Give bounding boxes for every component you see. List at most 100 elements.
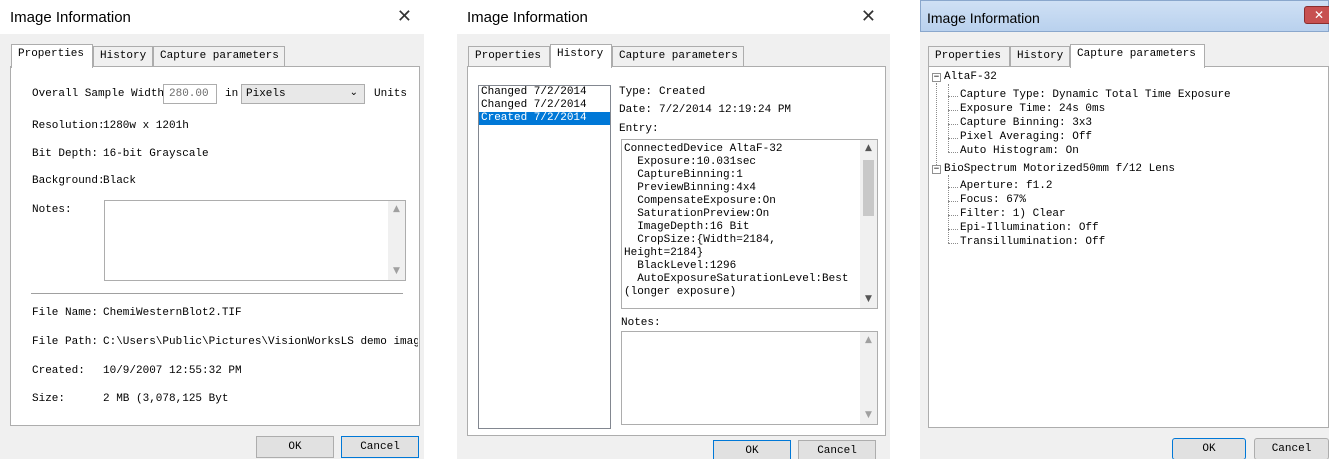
background-label: Background:: [32, 175, 105, 187]
cancel-button[interactable]: Cancel: [798, 440, 876, 459]
tree-connector: [948, 175, 949, 243]
history-list-item[interactable]: Changed 7/2/2014: [479, 99, 610, 112]
history-list-item-selected[interactable]: Created 7/2/2014: [479, 112, 610, 125]
tree-connector: [948, 243, 958, 244]
units-select[interactable]: Pixels ⌄: [241, 84, 365, 104]
tab-properties[interactable]: Properties: [11, 44, 93, 68]
bit-depth-label: Bit Depth:: [32, 148, 99, 160]
notes-scrollbar[interactable]: ▲ ▼: [388, 201, 405, 280]
resolution-value: 1280w x 1201h: [103, 120, 189, 132]
tree-leaf[interactable]: Focus: 67%: [960, 194, 1026, 206]
size-label: Size:: [32, 393, 66, 405]
tree-connector: [948, 138, 958, 139]
tab-capture-parameters[interactable]: Capture parameters: [153, 46, 285, 67]
entry-line: AutoExposureSaturationLevel:Best: [624, 273, 849, 285]
history-list[interactable]: Changed 7/2/2014 Changed 7/2/2014 Create…: [478, 85, 611, 429]
sample-width-input[interactable]: 280.00: [163, 84, 217, 104]
dialog-title: Image Information: [927, 10, 1040, 26]
file-path-value: C:\Users\Public\Pictures\VisionWorksLS d…: [103, 336, 418, 348]
tab-capture-parameters[interactable]: Capture parameters: [1070, 44, 1205, 68]
entry-line: Height=2184}: [624, 247, 704, 259]
dialog-title: Image Information: [10, 9, 131, 26]
tab-properties[interactable]: Properties: [928, 46, 1010, 67]
sample-width-label: Overall Sample Width:: [32, 88, 171, 100]
collapse-icon[interactable]: −: [932, 73, 941, 82]
capture-panel: − AltaF-32 Capture Type: Dynamic Total T…: [928, 66, 1329, 428]
title-bar: Image Information ✕: [0, 0, 424, 34]
date-label: Date:: [619, 104, 653, 116]
cancel-button[interactable]: Cancel: [1254, 438, 1329, 459]
tree-leaf[interactable]: Filter: 1) Clear: [960, 208, 1066, 220]
tree-leaf[interactable]: Capture Binning: 3x3: [960, 117, 1092, 129]
tree-leaf[interactable]: Exposure Time: 24s 0ms: [960, 103, 1105, 115]
ok-button[interactable]: OK: [256, 436, 334, 458]
ok-button[interactable]: OK: [713, 440, 791, 459]
notes-label: Notes:: [32, 204, 72, 216]
date-value: 7/2/2014 12:19:24 PM: [659, 104, 792, 116]
type-value: Created: [659, 86, 706, 98]
tab-history[interactable]: History: [1010, 46, 1070, 67]
type-label: Type:: [619, 86, 653, 98]
tree-leaf[interactable]: Epi-Illumination: Off: [960, 222, 1099, 234]
tab-properties[interactable]: Properties: [468, 46, 550, 67]
tree-connector: [948, 187, 958, 188]
history-panel: Changed 7/2/2014 Changed 7/2/2014 Create…: [467, 66, 886, 436]
cancel-button[interactable]: Cancel: [341, 436, 419, 458]
scroll-down-icon[interactable]: ▼: [388, 263, 405, 280]
notes-textarea[interactable]: ▲ ▼: [104, 200, 406, 281]
close-icon[interactable]: ✕: [397, 6, 412, 27]
file-name-label: File Name:: [32, 307, 99, 319]
created-label: Created:: [32, 365, 85, 377]
tab-capture-parameters[interactable]: Capture parameters: [612, 46, 744, 67]
tree-connector: [948, 152, 958, 153]
tree-leaf[interactable]: Pixel Averaging: Off: [960, 131, 1092, 143]
history-notes-textarea[interactable]: ▲ ▼: [621, 331, 878, 425]
separator: [31, 293, 403, 295]
entry-line: ConnectedDevice AltaF-32: [624, 143, 783, 155]
file-name-value: ChemiWesternBlot2.TIF: [103, 307, 242, 319]
entry-line: BlackLevel:1296: [624, 260, 737, 272]
entry-scrollbar[interactable]: ▲ ▼: [860, 140, 877, 308]
units-select-value: Pixels: [246, 88, 286, 100]
scroll-down-icon[interactable]: ▼: [860, 291, 877, 308]
ok-button[interactable]: OK: [1172, 438, 1246, 459]
close-icon[interactable]: ✕: [861, 6, 876, 27]
close-icon[interactable]: ✕: [1304, 6, 1329, 24]
entry-line: SaturationPreview:On: [624, 208, 770, 220]
entry-textarea[interactable]: ConnectedDevice AltaF-32 Exposure:10.031…: [621, 139, 878, 309]
scroll-thumb[interactable]: [863, 160, 874, 216]
tree-connector: [948, 84, 949, 152]
entry-line: CompensateExposure:On: [624, 195, 776, 207]
resolution-label: Resolution:: [32, 120, 105, 132]
history-list-item[interactable]: Changed 7/2/2014: [479, 86, 610, 99]
tree-connector: [936, 83, 937, 173]
tree-leaf[interactable]: Transillumination: Off: [960, 236, 1105, 248]
collapse-icon[interactable]: −: [932, 165, 941, 174]
capture-tree[interactable]: − AltaF-32 Capture Type: Dynamic Total T…: [929, 67, 1328, 427]
tree-node-altaf-32[interactable]: AltaF-32: [944, 71, 997, 83]
tab-history[interactable]: History: [550, 44, 612, 68]
image-information-dialog-history: Image Information ✕ Properties History C…: [457, 0, 890, 459]
entry-line: ImageDepth:16 Bit: [624, 221, 750, 233]
scroll-up-icon[interactable]: ▲: [388, 201, 405, 218]
tree-leaf[interactable]: Aperture: f1.2: [960, 180, 1052, 192]
notes-scrollbar[interactable]: ▲ ▼: [860, 332, 877, 424]
entry-label: Entry:: [619, 123, 659, 135]
tree-connector: [948, 110, 958, 111]
entry-text: ConnectedDevice AltaF-32 Exposure:10.031…: [624, 143, 860, 307]
entry-line: Exposure:10.031sec: [624, 156, 757, 168]
tree-connector: [948, 201, 958, 202]
tree-leaf[interactable]: Auto Histogram: On: [960, 145, 1079, 157]
created-value: 10/9/2007 12:55:32 PM: [103, 365, 242, 377]
entry-line: CropSize:{Width=2184,: [624, 234, 776, 246]
tree-node-lens[interactable]: BioSpectrum Motorized50mm f/12 Lens: [944, 163, 1175, 175]
background-value: Black: [103, 175, 137, 187]
tree-connector: [948, 96, 958, 97]
tree-leaf[interactable]: Capture Type: Dynamic Total Time Exposur…: [960, 89, 1231, 101]
tree-connector: [948, 124, 958, 125]
scroll-up-icon[interactable]: ▲: [860, 332, 877, 349]
file-path-clip: C:\Users\Public\Pictures\VisionWorksLS d…: [103, 334, 418, 350]
tab-history[interactable]: History: [93, 46, 153, 67]
scroll-down-icon[interactable]: ▼: [860, 407, 877, 424]
scroll-up-icon[interactable]: ▲: [860, 140, 877, 157]
